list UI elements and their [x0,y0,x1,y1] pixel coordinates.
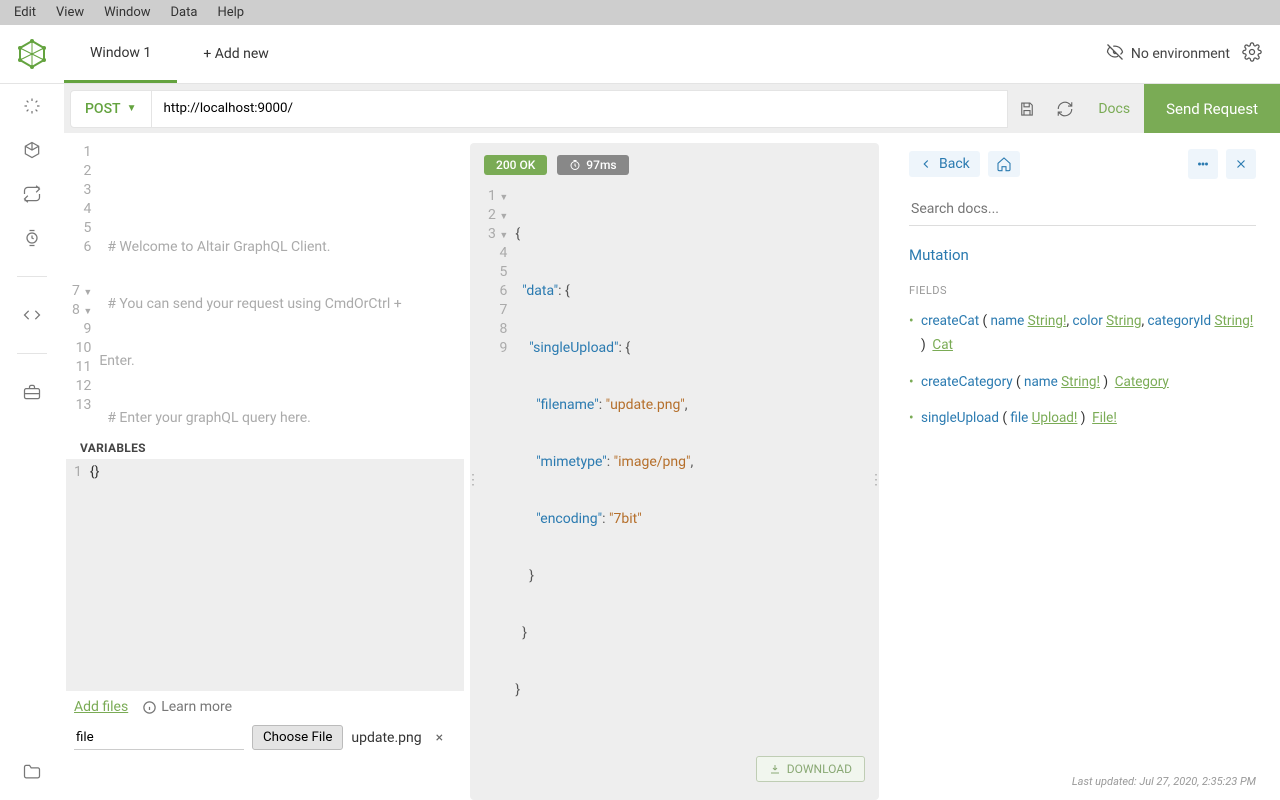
app-logo [0,38,64,70]
settings-button[interactable] [1242,42,1262,66]
menubar: Edit View Window Data Help [0,0,1280,25]
docs-home-button[interactable] [988,151,1020,177]
code-icon[interactable] [22,305,42,325]
docs-search-input[interactable] [909,193,1256,226]
docs-field-singleUpload[interactable]: singleUpload ( file Upload! ) File! [909,406,1256,430]
topbar: Window 1 + Add new No environment [0,25,1280,84]
save-button[interactable] [1008,90,1046,128]
briefcase-icon[interactable] [22,382,42,402]
repeat-icon[interactable] [22,184,42,204]
docs-type-heading[interactable]: Mutation [909,246,1256,264]
variables-editor[interactable]: 1 {} [66,459,464,691]
remove-file-button[interactable]: × [430,730,449,746]
variables-header: VARIABLES [64,433,464,459]
spinner-icon[interactable] [22,96,42,116]
menu-window[interactable]: Window [94,2,160,23]
docs-more-button[interactable] [1188,149,1218,179]
choose-file-button[interactable]: Choose File [252,725,343,750]
url-input[interactable] [152,90,1009,128]
query-editor[interactable]: 123456 7 ▼8 ▼910111213 # Welcome to Alta… [64,133,464,433]
learn-more-link[interactable]: Learn more [142,699,232,715]
docs-field-createCategory[interactable]: createCategory ( name String! ) Category [909,370,1256,394]
result-pane: ⋮ ⋮ 200 OK 97ms 1 ▼2 ▼3 ▼456789 { "da [470,143,879,800]
docs-field-createCat[interactable]: createCat ( name String!, color String, … [909,309,1256,358]
send-request-button[interactable]: Send Request [1144,84,1280,133]
tab-window-1[interactable]: Window 1 [64,25,177,83]
time-badge: 97ms [557,155,628,175]
request-bar: POST▼ Docs Send Request [64,84,1280,133]
file-variable-name-input[interactable] [74,726,244,750]
docs-pane: Back Mutation FIELDS createCat ( name St… [885,133,1280,800]
resize-handle-left[interactable]: ⋮ [466,472,480,488]
watch-icon[interactable] [22,228,42,248]
docs-last-updated: Last updated: Jul 27, 2020, 2:35:23 PM [909,775,1256,792]
sidebar [0,84,64,800]
docs-close-button[interactable] [1226,149,1256,179]
docs-fields-label: FIELDS [909,284,1256,297]
tab-add-new[interactable]: + Add new [177,25,295,83]
cube-icon[interactable] [22,140,42,160]
eye-off-icon [1105,42,1125,66]
docs-toggle[interactable]: Docs [1084,101,1144,117]
menu-help[interactable]: Help [207,2,254,23]
docs-back-button[interactable]: Back [909,151,980,177]
environment-label: No environment [1131,46,1230,62]
resize-handle-right[interactable]: ⋮ [869,472,883,488]
http-method-selector[interactable]: POST▼ [70,90,152,128]
menu-edit[interactable]: Edit [4,2,46,23]
window-tabs: Window 1 + Add new [64,25,295,83]
menu-view[interactable]: View [46,2,94,23]
environment-selector[interactable]: No environment [1105,42,1230,66]
selected-filename: update.png [351,730,421,746]
folder-icon[interactable] [22,762,42,782]
download-button[interactable]: DOWNLOAD [756,756,865,782]
add-files-link[interactable]: Add files [74,699,128,715]
response-viewer[interactable]: 1 ▼2 ▼3 ▼456789 { "data": { "singleUploa… [470,187,879,738]
status-badge: 200 OK [484,155,547,175]
file-upload-section: Add files Learn more Choose File update.… [64,691,464,758]
reload-button[interactable] [1046,90,1084,128]
menu-data[interactable]: Data [161,2,208,23]
query-pane: 123456 7 ▼8 ▼910111213 # Welcome to Alta… [64,133,464,800]
